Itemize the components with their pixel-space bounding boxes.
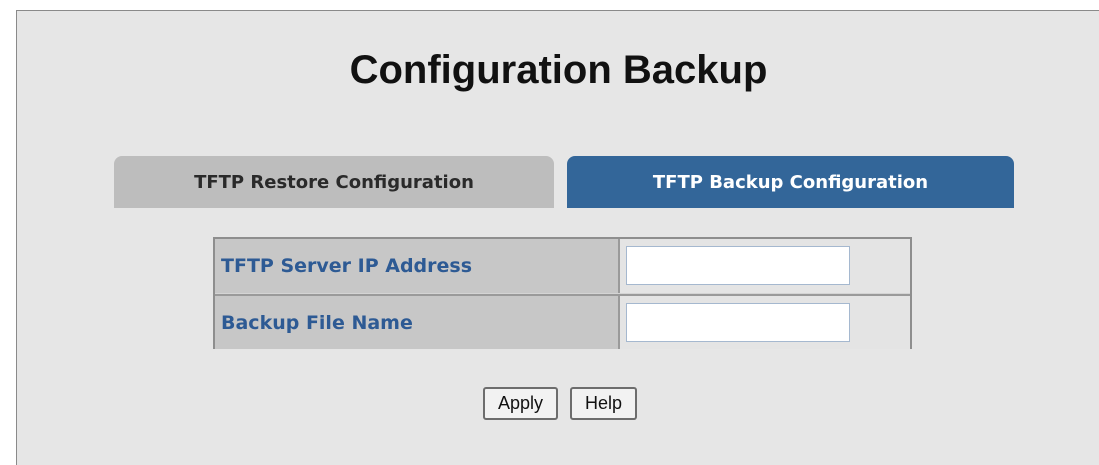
tab-tftp-backup-configuration[interactable]: TFTP Backup Configuration xyxy=(567,156,1014,208)
tftp-backup-form: TFTP Server IP Address Backup File Name xyxy=(213,237,912,349)
tab-label: TFTP Backup Configuration xyxy=(652,171,929,193)
content-panel: Configuration Backup TFTP Restore Config… xyxy=(16,10,1099,465)
page-title: Configuration Backup xyxy=(349,48,768,92)
apply-button[interactable]: Apply xyxy=(483,387,558,420)
form-row-backup-file-name: Backup File Name xyxy=(215,294,910,349)
tftp-server-ip-input[interactable] xyxy=(626,246,850,285)
backup-file-name-input[interactable] xyxy=(626,303,850,342)
backup-file-name-label: Backup File Name xyxy=(215,296,620,349)
tftp-server-ip-value-cell xyxy=(620,239,910,293)
tab-label: TFTP Restore Configuration xyxy=(194,171,474,193)
tab-tftp-restore-configuration[interactable]: TFTP Restore Configuration xyxy=(114,156,554,208)
tftp-server-ip-label: TFTP Server IP Address xyxy=(215,239,620,293)
form-row-tftp-server-ip: TFTP Server IP Address xyxy=(215,239,910,293)
help-button[interactable]: Help xyxy=(570,387,637,420)
backup-file-name-value-cell xyxy=(620,296,910,349)
